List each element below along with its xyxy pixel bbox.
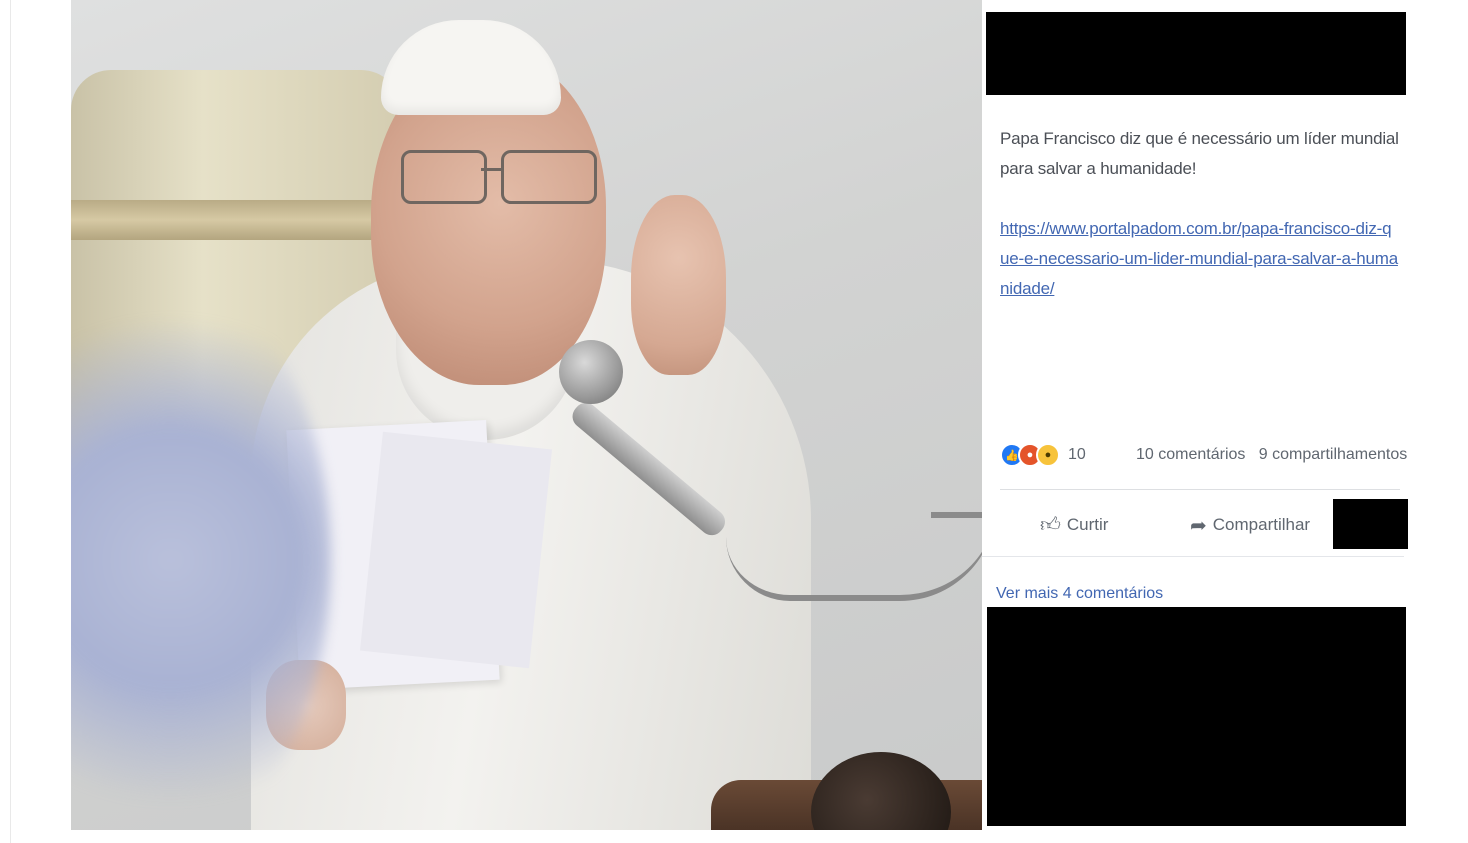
like-button[interactable]: 👍︎ Curtir — [1040, 505, 1108, 545]
post-stats: 10 comentários 9 compartilhamentos — [1136, 440, 1407, 470]
microphone-cable — [726, 505, 982, 601]
page-left-border — [10, 0, 11, 843]
view-more-comments-link[interactable]: Ver mais 4 comentários — [996, 582, 1163, 606]
post-text: Papa Francisco diz que é necessário um l… — [1000, 129, 1399, 178]
foreground-head — [811, 752, 951, 830]
zucchetto-cap — [381, 20, 561, 115]
like-button-label: Curtir — [1066, 515, 1109, 534]
reactions-summary[interactable]: 👍 ● ● 10 — [1000, 440, 1086, 470]
redacted-action — [1333, 499, 1408, 549]
shares-count-link[interactable]: 9 compartilhamentos — [1259, 446, 1408, 463]
redacted-header — [986, 12, 1406, 95]
redacted-comments — [987, 607, 1406, 826]
share-arrow-icon: ➦ — [1190, 514, 1207, 537]
actions-divider-top — [1000, 489, 1400, 490]
raised-hand — [631, 195, 726, 375]
thumbs-up-icon: 👍︎ — [1040, 514, 1061, 536]
reaction-count: 10 — [1068, 446, 1086, 463]
glasses-bridge — [481, 168, 503, 171]
share-button[interactable]: ➦ Compartilhar — [1190, 505, 1310, 545]
microphone-head — [559, 340, 623, 404]
post-link[interactable]: https://www.portalpadom.com.br/papa-fran… — [1000, 214, 1400, 304]
actions-divider-bottom — [982, 556, 1404, 557]
microphone-cable-end — [931, 512, 982, 518]
glasses-right-lens — [501, 150, 597, 204]
post-photo[interactable] — [71, 0, 982, 830]
share-button-label: Compartilhar — [1212, 515, 1311, 534]
wow-reaction-icon: ● — [1036, 443, 1060, 467]
glasses-left-lens — [401, 150, 487, 204]
paper-sheet-back — [359, 431, 553, 669]
comments-count-link[interactable]: 10 comentários — [1136, 446, 1245, 463]
chair-band — [71, 200, 401, 240]
stats-separator — [1250, 446, 1254, 463]
